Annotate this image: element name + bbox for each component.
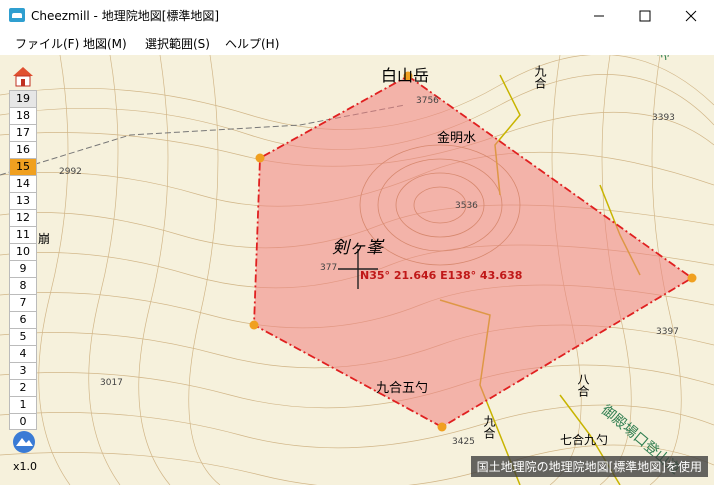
close-icon xyxy=(685,10,697,21)
map-attribution: 国土地理院の地理院地図[標準地図]を使用 xyxy=(470,456,708,477)
zoom-level-4[interactable]: 4 xyxy=(9,345,37,362)
label-hakusan: 白山岳 xyxy=(381,66,430,85)
menu-file[interactable]: ファイル(F) xyxy=(15,35,79,52)
elevation-3397: 3397 xyxy=(656,327,679,337)
globe-icon[interactable] xyxy=(12,430,36,454)
menu-help[interactable]: ヘルプ(H) xyxy=(225,35,279,52)
minimize-button[interactable] xyxy=(576,0,622,31)
zoom-level-16[interactable]: 16 xyxy=(9,141,37,158)
zoom-scale: 19 18 17 16 15 14 13 12 11 10 9 8 7 6 5 … xyxy=(9,90,37,430)
menu-map[interactable]: 地図(M) xyxy=(83,35,127,52)
home-icon[interactable] xyxy=(11,64,35,88)
label-nanagoku: 七合九勺 xyxy=(560,433,609,447)
label-kengamine: 剣ヶ峯 xyxy=(332,238,383,258)
elevation-3536: 3536 xyxy=(455,201,478,211)
maximize-icon xyxy=(639,10,651,21)
zoom-level-6[interactable]: 6 xyxy=(9,311,37,328)
close-button[interactable] xyxy=(668,0,714,31)
coordinate-readout: N35° 21.646 E138° 43.638 xyxy=(360,269,523,282)
label-kugogoshaku: 九合五勺 xyxy=(376,381,429,396)
label-kinmeisui: 金明水 xyxy=(437,131,477,146)
elevation-2992: 2992 xyxy=(59,167,82,177)
window-title: Cheezmill - 地理院地図[標準地図] xyxy=(31,9,220,23)
zoom-level-12[interactable]: 12 xyxy=(9,209,37,226)
zoom-level-0[interactable]: 0 xyxy=(9,413,37,430)
zoom-level-8[interactable]: 8 xyxy=(9,277,37,294)
minimize-icon xyxy=(594,15,604,16)
zoom-level-9[interactable]: 9 xyxy=(9,260,37,277)
elevation-3017: 3017 xyxy=(100,378,123,388)
zoom-level-18[interactable]: 18 xyxy=(9,107,37,124)
elevation-3393: 3393 xyxy=(652,113,675,123)
label-kugo-top: 九合 xyxy=(533,65,547,89)
app-logo-icon xyxy=(9,8,25,22)
zoom-factor: x1.0 xyxy=(13,460,38,473)
menu-selection[interactable]: 選択範囲(S) xyxy=(145,35,210,52)
menu-bar: ファイル(F) 地図(M) 選択範囲(S) ヘルプ(H) xyxy=(0,31,714,55)
title-bar: Cheezmill - 地理院地図[標準地図] xyxy=(0,0,714,31)
elevation-3756: 3756 xyxy=(416,96,439,106)
zoom-level-2[interactable]: 2 xyxy=(9,379,37,396)
zoom-level-19[interactable]: 19 xyxy=(9,90,37,107)
zoom-level-1[interactable]: 1 xyxy=(9,396,37,413)
maximize-button[interactable] xyxy=(622,0,668,31)
map-view[interactable]: 19 18 17 16 15 14 13 12 11 10 9 8 7 6 5 … xyxy=(0,55,714,485)
zoom-level-5[interactable]: 5 xyxy=(9,328,37,345)
label-hachigo: 八合 xyxy=(576,373,590,397)
zoom-level-7[interactable]: 7 xyxy=(9,294,37,311)
zoom-level-11[interactable]: 11 xyxy=(9,226,37,243)
zoom-level-13[interactable]: 13 xyxy=(9,192,37,209)
label-kuzure: 崩 xyxy=(38,232,51,246)
elevation-3425: 3425 xyxy=(452,437,475,447)
label-kugo-bottom: 九合 xyxy=(482,415,496,439)
zoom-level-15[interactable]: 15 xyxy=(9,158,37,175)
elevation-377: 377 xyxy=(320,263,338,273)
zoom-level-3[interactable]: 3 xyxy=(9,362,37,379)
zoom-level-14[interactable]: 14 xyxy=(9,175,37,192)
zoom-level-17[interactable]: 17 xyxy=(9,124,37,141)
zoom-level-10[interactable]: 10 xyxy=(9,243,37,260)
